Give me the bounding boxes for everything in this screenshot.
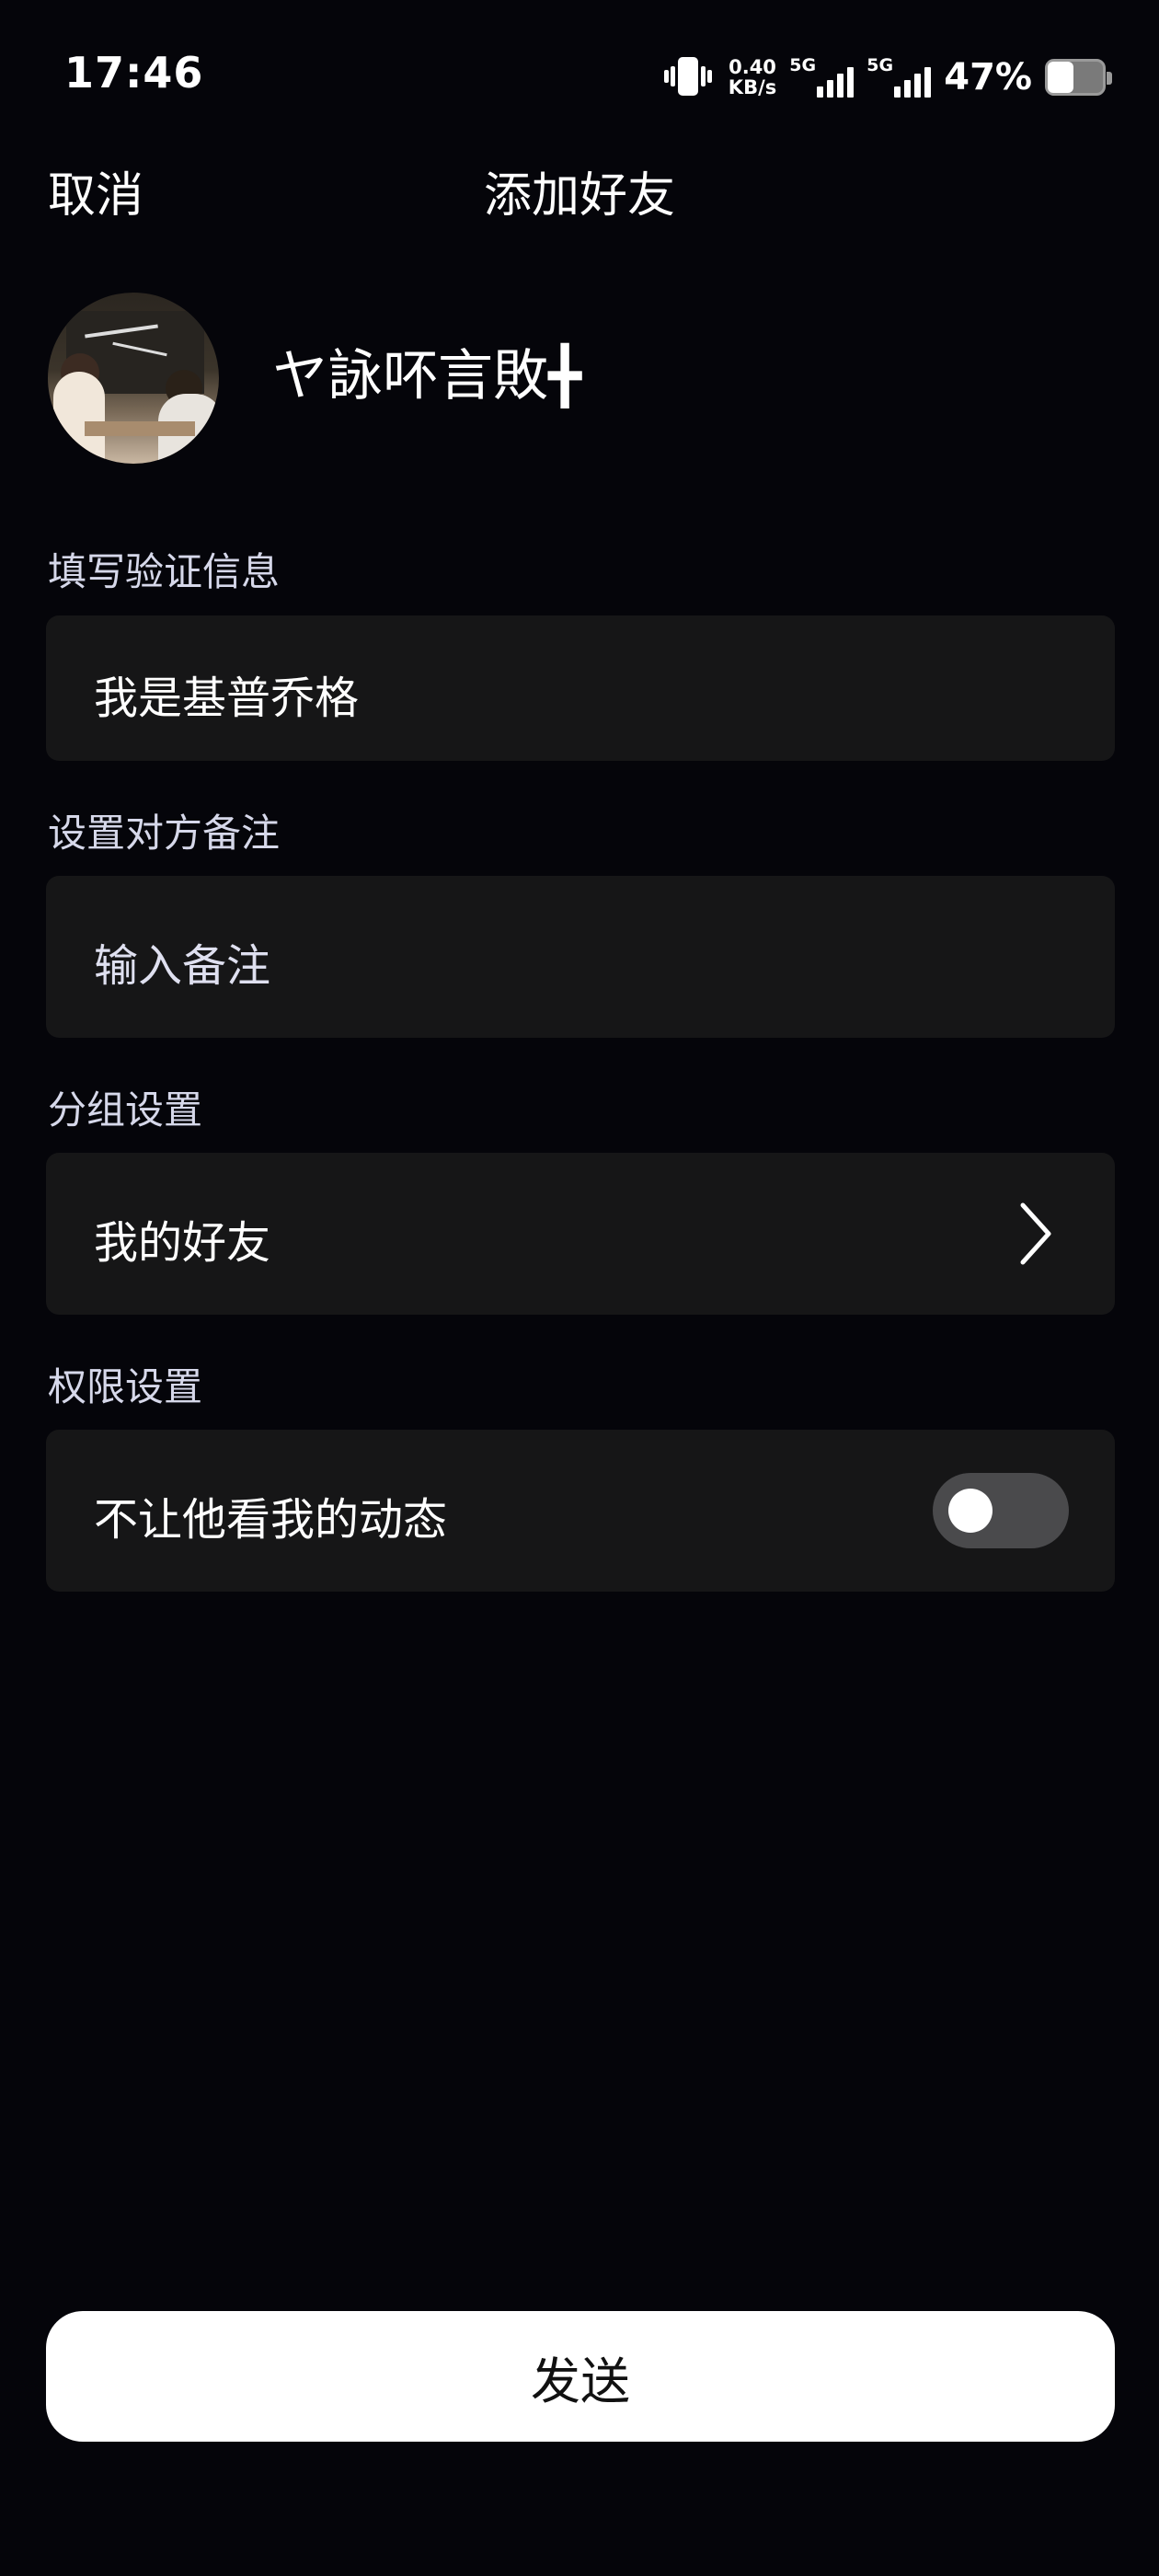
network-speed-value: 0.40 (729, 56, 776, 78)
remark-input[interactable]: 输入备注 (46, 876, 1115, 1038)
permission-section-label: 权限设置 (48, 1364, 203, 1409)
battery-percent: 47% (944, 56, 1032, 98)
hide-moments-label: 不让他看我的动态 (94, 1494, 448, 1546)
group-section-label: 分组设置 (48, 1087, 203, 1133)
verification-field-value: 我是基普乔格 (94, 673, 360, 724)
send-button[interactable]: 发送 (46, 2311, 1115, 2442)
group-selector-value: 我的好友 (94, 1217, 271, 1269)
remark-input-placeholder: 输入备注 (94, 940, 271, 992)
page-title: 添加好友 (483, 168, 675, 224)
status-bar: 17:46 0.40 KB/s 5G 5G 47% (0, 0, 1159, 152)
group-selector[interactable]: 我的好友 (46, 1153, 1115, 1315)
status-icons: 0.40 KB/s 5G 5G 47% (662, 52, 1112, 103)
cancel-button[interactable]: 取消 (48, 156, 143, 225)
sim1-label: 5G (789, 55, 817, 75)
battery-icon (1045, 59, 1112, 96)
chevron-right-icon (1020, 1202, 1051, 1265)
verification-section-label: 填写验证信息 (48, 549, 281, 594)
verification-field[interactable]: 我是基普乔格 (46, 615, 1115, 761)
signal-icon: 5G (866, 55, 932, 98)
signal-icon: 5G (789, 55, 855, 98)
vibrate-icon (662, 55, 716, 99)
network-speed-unit: KB/s (728, 76, 777, 98)
status-time: 17:46 (64, 48, 204, 98)
nickname: ヤ詠吥言敗╋ (272, 344, 582, 408)
sim2-label: 5G (866, 55, 894, 75)
network-speed: 0.40 KB/s (729, 57, 776, 98)
toggle-knob (948, 1489, 993, 1533)
permission-row: 不让他看我的动态 (46, 1430, 1115, 1592)
hide-moments-toggle[interactable] (933, 1473, 1069, 1548)
avatar[interactable] (48, 293, 219, 464)
remark-section-label: 设置对方备注 (48, 811, 281, 856)
